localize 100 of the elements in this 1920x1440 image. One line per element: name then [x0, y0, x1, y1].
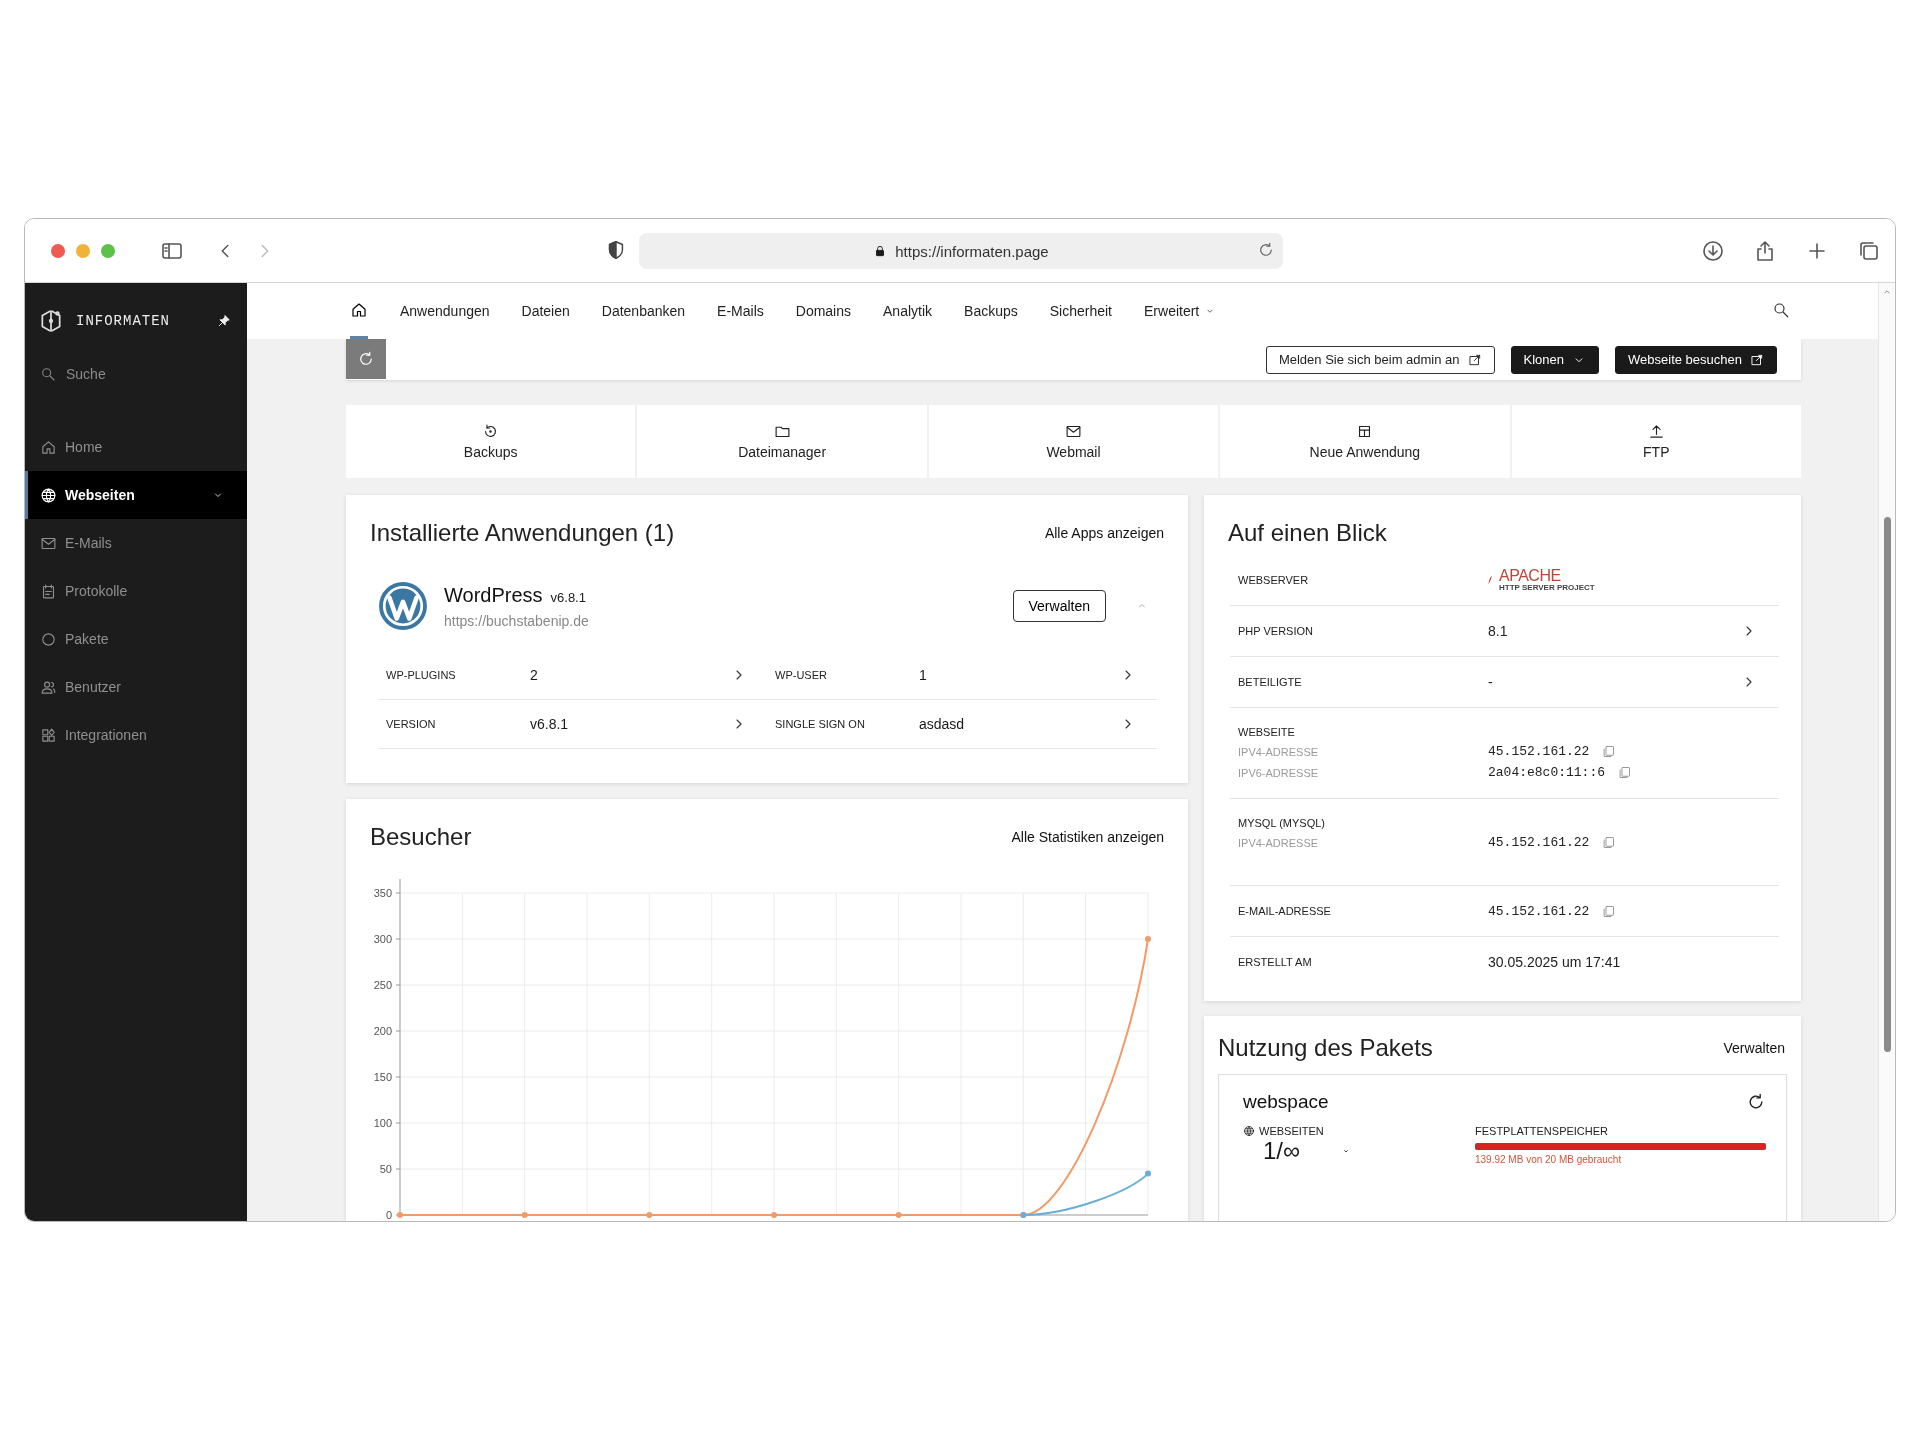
- quick-link[interactable]: Webmail: [928, 405, 1219, 479]
- detail-label: WP-USER: [775, 669, 828, 682]
- data-point: [397, 1212, 403, 1219]
- axis-label: 300: [373, 933, 392, 946]
- action-button[interactable]: Webseite besuchen: [1615, 345, 1777, 374]
- nav-tab[interactable]: Dateien: [521, 283, 570, 339]
- info-sublabel: IPV4-ADRESSE: [1238, 836, 1320, 849]
- data-point: [1145, 936, 1151, 943]
- info-sublabel: IPV6-ADRESSE: [1238, 766, 1320, 779]
- scroll-thumb[interactable]: [1883, 517, 1891, 1052]
- nav-tab[interactable]: Analytik: [883, 283, 933, 339]
- manage-button[interactable]: Verwalten: [1012, 590, 1106, 623]
- pin-icon[interactable]: [217, 314, 231, 328]
- stat-label: FESTPLATTENSPEICHER: [1475, 1125, 1610, 1138]
- info-value: 30.05.2025 um 17:41: [1488, 954, 1621, 971]
- storage-caption: 139.92 MB von 20 MB gebraucht: [1475, 1154, 1623, 1166]
- package-name: webspace: [1243, 1091, 1329, 1114]
- axis-label: 150: [373, 1071, 392, 1084]
- search-icon[interactable]: [1772, 301, 1790, 319]
- circle-icon: [40, 630, 57, 648]
- card-title: Installierte Anwendungen (1): [370, 519, 675, 548]
- copy-icon[interactable]: [1601, 903, 1617, 919]
- detail-value: 1: [919, 667, 928, 684]
- detail-value: asdasd: [919, 716, 966, 733]
- quick-link[interactable]: Dateimanager: [637, 405, 927, 479]
- scrollbar[interactable]: [1878, 283, 1895, 1221]
- app-name: WordPress: [444, 583, 543, 607]
- card-link[interactable]: Alle Statistiken anzeigen: [1011, 829, 1164, 846]
- copy-icon[interactable]: [1617, 765, 1633, 781]
- brand-name: INFORMATEN: [76, 313, 170, 329]
- home-icon: [40, 438, 57, 456]
- nav-tab[interactable]: Anwendungen: [400, 283, 490, 339]
- app-version: v6.8.1: [550, 589, 586, 605]
- copy-icon[interactable]: [1601, 744, 1617, 760]
- window-close-button[interactable]: [51, 243, 65, 258]
- sidebar-item[interactable]: Benutzer: [25, 663, 247, 711]
- sidebar-item[interactable]: E-Mails: [25, 519, 247, 567]
- detail-label: WP-PLUGINS: [386, 669, 457, 682]
- axis-label: 250: [373, 979, 392, 992]
- detail-value: 2: [530, 667, 539, 684]
- info-label: WEBSERVER: [1238, 574, 1310, 587]
- info-value: -: [1488, 674, 1493, 691]
- info-label: BETEILIGTE: [1238, 676, 1303, 689]
- axis-label: 50: [379, 1163, 392, 1176]
- calendar-icon: [40, 582, 57, 600]
- quick-link[interactable]: Neue Anwendung: [1220, 405, 1510, 479]
- info-value: 45.152.161.22: [1488, 835, 1590, 851]
- server-logo: APACHE HTTP SERVER PROJECT: [1488, 568, 1595, 593]
- card-title: Besucher: [370, 823, 472, 852]
- stat-label: WEBSEITEN: [1259, 1125, 1324, 1138]
- card-title: Auf einen Blick: [1228, 519, 1387, 548]
- sidebar-item[interactable]: Pakete: [25, 615, 247, 663]
- nav-tab[interactable]: Datenbanken: [601, 283, 686, 339]
- nav-tab[interactable]: E-Mails: [717, 283, 764, 339]
- nav-tab[interactable]: Domains: [795, 283, 851, 339]
- download-icon[interactable]: [1701, 238, 1725, 263]
- data-point: [895, 1212, 902, 1219]
- address-bar[interactable]: https://informaten.page: [639, 233, 1283, 269]
- info-value: 45.152.161.22: [1488, 903, 1590, 919]
- axis-label: 100: [373, 1117, 392, 1130]
- info-label: ERSTELLT AM: [1238, 956, 1313, 969]
- app-url[interactable]: https://buchstabenip.de: [444, 612, 589, 629]
- stat-value: 1/∞: [1263, 1137, 1301, 1166]
- info-label: MYSQL (MYSQL): [1238, 817, 1326, 830]
- nav-tab[interactable]: Erweitert: [1144, 283, 1216, 339]
- info-label: PHP VERSION: [1238, 625, 1314, 638]
- action-button[interactable]: Melden Sie sich beim admin an: [1265, 345, 1495, 374]
- axis-label: 0: [385, 1209, 392, 1221]
- detail-label: VERSION: [386, 718, 437, 731]
- external-link-icon: [1750, 352, 1764, 367]
- logo-icon: [38, 308, 64, 334]
- nav-tab[interactable]: Backups: [964, 283, 1018, 339]
- data-point: [771, 1212, 777, 1219]
- axis-label: 200: [373, 1025, 392, 1038]
- quick-link[interactable]: FTP: [1511, 405, 1801, 479]
- sidebar-item[interactable]: Integrationen: [25, 711, 247, 759]
- sidebar-item[interactable]: Webseiten: [25, 471, 247, 519]
- axis-label: 350: [373, 887, 392, 900]
- globe-icon: [40, 486, 57, 504]
- search-field[interactable]: Suche: [64, 365, 208, 383]
- card-link[interactable]: Alle Apps anzeigen: [1044, 525, 1164, 542]
- copy-icon[interactable]: [1601, 835, 1617, 851]
- info-label: E-MAIL-ADRESSE: [1238, 905, 1332, 918]
- detail-label: SINGLE SIGN ON: [775, 718, 866, 731]
- quick-link[interactable]: Backups: [346, 405, 636, 479]
- sidebar-item[interactable]: Protokolle: [25, 567, 247, 615]
- reload-icon[interactable]: [1257, 241, 1275, 259]
- url-text: https://informaten.page: [895, 242, 1049, 260]
- search-icon: [40, 366, 56, 382]
- refresh-button[interactable]: [346, 339, 386, 379]
- data-point: [1145, 1170, 1151, 1177]
- external-link-icon: [1467, 352, 1482, 367]
- nav-tab[interactable]: Sicherheit: [1049, 283, 1112, 339]
- action-button[interactable]: Klonen: [1510, 345, 1600, 374]
- info-sublabel: IPV4-ADRESSE: [1238, 745, 1320, 758]
- sidebar-item[interactable]: Home: [25, 423, 247, 471]
- info-value: 2a04:e8c0:11::6: [1488, 765, 1606, 781]
- grid-icon: [40, 726, 57, 744]
- card-link[interactable]: Verwalten: [1723, 1040, 1785, 1057]
- detail-value: v6.8.1: [530, 716, 570, 733]
